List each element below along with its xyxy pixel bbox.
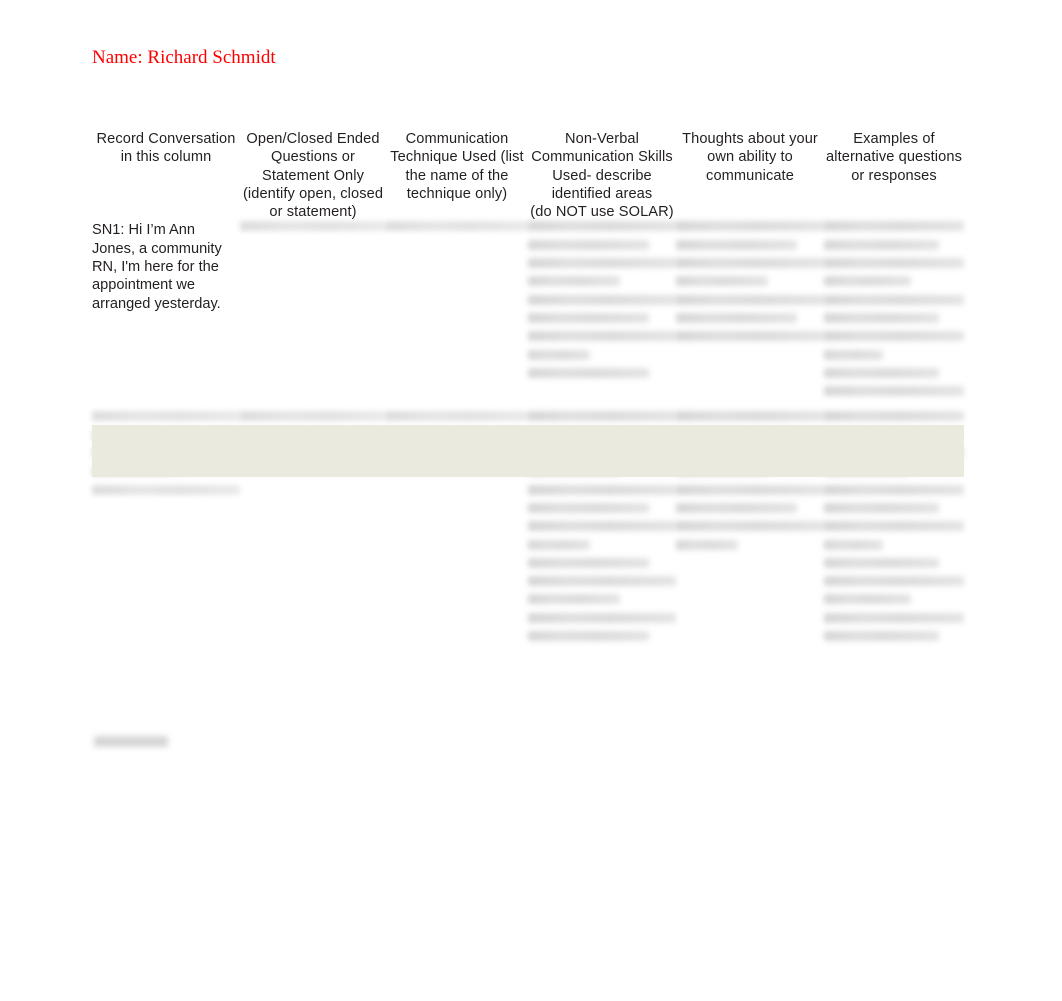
cell-non-verbal-skills	[528, 221, 676, 411]
footer-redacted-text	[94, 736, 168, 747]
table-body: SN1: Hi I’m Ann Jones, a community RN, I…	[92, 221, 964, 656]
cell-alternative-examples	[824, 221, 964, 411]
cell-self-reflection	[676, 411, 824, 656]
cell-alternative-examples	[824, 411, 964, 656]
redacted-text-block	[676, 411, 824, 550]
column-header-label: Communication Technique Used (list the n…	[390, 131, 524, 202]
column-header-label: Non-Verbal Communication Skills Used- de…	[530, 131, 674, 221]
column-header-self-reflection: Thoughts about your own ability to commu…	[676, 130, 824, 221]
redacted-text-block	[386, 221, 528, 232]
column-header-label: Record Conversation in this column	[96, 131, 236, 166]
redacted-text-block	[528, 411, 676, 642]
column-header-alternative-examples: Examples of alternative questions or res…	[824, 130, 964, 221]
redacted-text-block	[824, 411, 964, 642]
column-header-communication-technique: Communication Technique Used (list the n…	[386, 130, 528, 221]
redacted-text-block	[824, 221, 964, 397]
redacted-text-block	[676, 221, 824, 342]
cell-communication-technique	[386, 411, 528, 656]
column-header-label: Thoughts about your own ability to commu…	[682, 131, 818, 184]
document-page: Name: Richard Schmidt Record Conversatio…	[0, 0, 1062, 1001]
redacted-text-block	[386, 411, 528, 422]
table-header-row: Record Conversation in this column Open/…	[92, 130, 964, 221]
table-row	[92, 411, 964, 656]
redacted-text-block	[240, 221, 386, 232]
column-header-non-verbal-skills: Non-Verbal Communication Skills Used- de…	[528, 130, 676, 221]
cell-non-verbal-skills	[528, 411, 676, 656]
student-name-line: Name: Richard Schmidt	[92, 47, 276, 68]
column-header-record-conversation: Record Conversation in this column	[92, 130, 240, 221]
cell-question-type	[240, 221, 386, 411]
column-header-label: Open/Closed Ended Questions or Statement…	[242, 131, 384, 221]
column-header-label: Examples of alternative questions or res…	[826, 131, 962, 184]
cell-record-conversation	[92, 411, 240, 656]
cell-text: SN1: Hi I’m Ann Jones, a community RN, I…	[92, 222, 222, 312]
redacted-text-block	[92, 411, 240, 495]
redacted-text-block	[528, 221, 676, 378]
cell-self-reflection	[676, 221, 824, 411]
column-header-question-type: Open/Closed Ended Questions or Statement…	[240, 130, 386, 221]
cell-question-type	[240, 411, 386, 656]
table-row: SN1: Hi I’m Ann Jones, a community RN, I…	[92, 221, 964, 411]
cell-record-conversation: SN1: Hi I’m Ann Jones, a community RN, I…	[92, 221, 240, 411]
communication-analysis-table: Record Conversation in this column Open/…	[92, 130, 964, 656]
cell-communication-technique	[386, 221, 528, 411]
redacted-text-block	[240, 411, 386, 422]
